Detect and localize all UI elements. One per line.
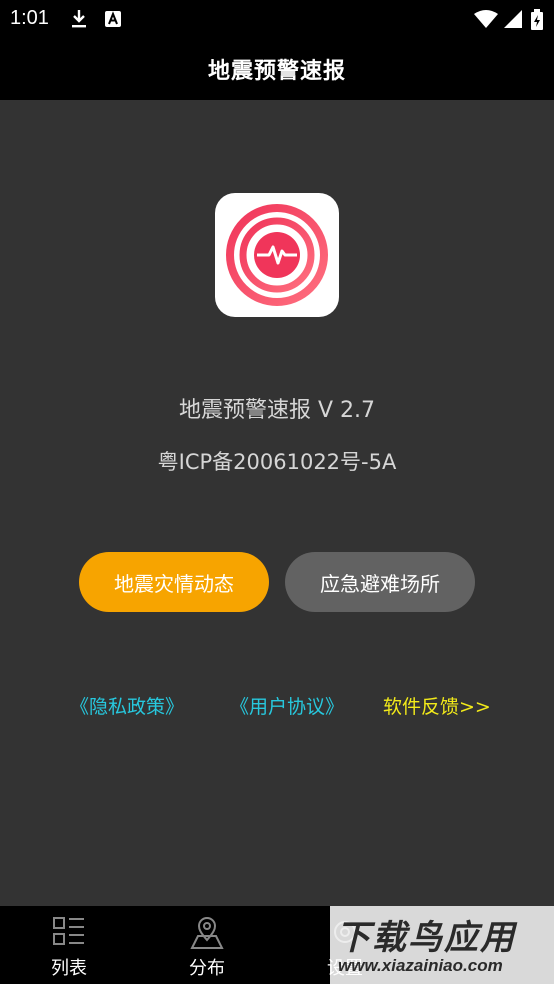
nav-label-list: 列表 <box>51 958 87 979</box>
map-pin-icon <box>190 916 224 954</box>
nav-item-distribution[interactable]: 分布 <box>138 906 276 984</box>
signal-icon <box>503 9 523 33</box>
nav-item-list[interactable]: 列表 <box>0 906 138 984</box>
app-name-version: 地震预警速报 V 2.7 <box>178 398 376 423</box>
title-bar: 地震预警速报 <box>0 38 554 100</box>
feedback-link[interactable]: 软件反馈>> <box>383 692 491 719</box>
earthquake-wave-icon <box>226 204 328 306</box>
nav-label-distribution: 分布 <box>189 958 225 979</box>
privacy-policy-link[interactable]: 《隐私政策》 <box>70 692 184 719</box>
wifi-icon <box>474 9 498 33</box>
status-time: 1:01 <box>10 7 49 29</box>
disaster-updates-button[interactable]: 地震灾情动态 <box>79 552 269 612</box>
watermark: 下载鸟应用 www.xiazainiao.com <box>330 906 554 984</box>
page-title: 地震预警速报 <box>207 59 346 84</box>
about-panel: 地震预警速报 V 2.7 粤ICP备20061022号-5A 地震灾情动态 应急… <box>0 100 554 906</box>
list-icon <box>52 916 86 952</box>
download-icon <box>70 9 88 33</box>
a-badge-icon <box>104 9 122 33</box>
watermark-url: www.xiazainiao.com <box>338 956 503 975</box>
icp-number: 粤ICP备20061022号-5A <box>157 450 397 474</box>
watermark-logo: 下载鸟应用 <box>336 918 516 958</box>
status-bar: 1:01 <box>0 0 554 38</box>
shelters-button[interactable]: 应急避难场所 <box>285 552 475 612</box>
app-logo <box>215 193 339 317</box>
user-agreement-link[interactable]: 《用户协议》 <box>230 692 344 719</box>
battery-icon <box>530 9 544 35</box>
